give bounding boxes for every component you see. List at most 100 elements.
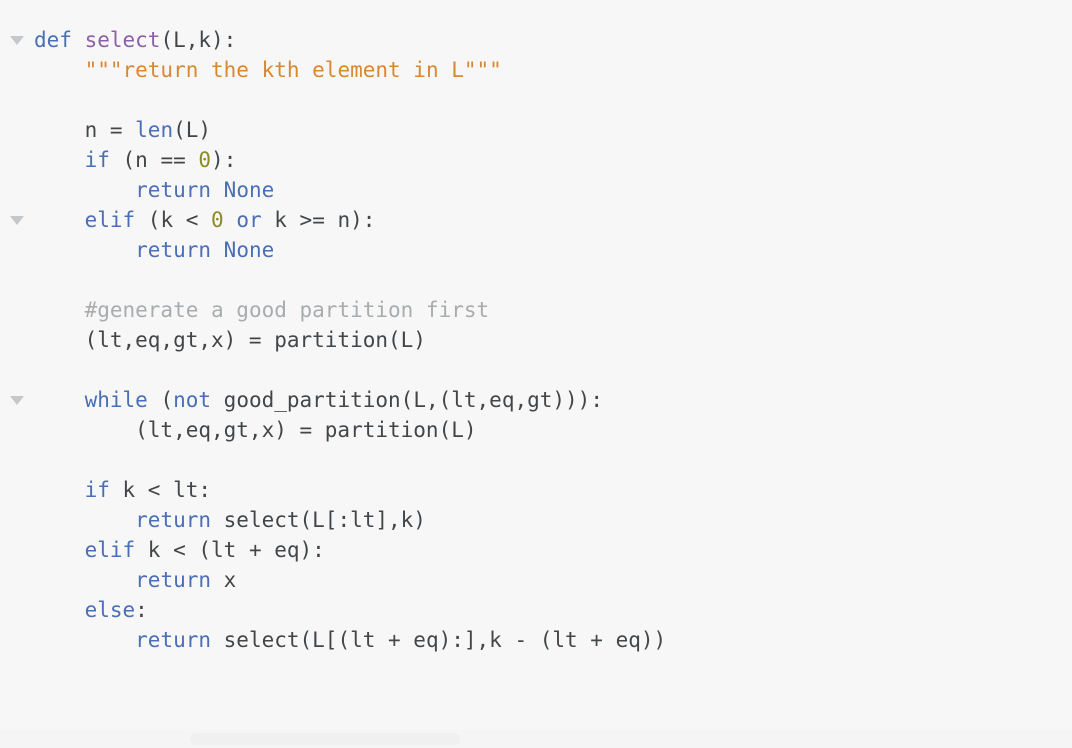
- gutter-cell: [0, 295, 34, 325]
- code-token-keyword: return: [135, 628, 212, 652]
- code-token-keyword: return: [135, 508, 212, 532]
- code-line[interactable]: elif k < (lt + eq):: [0, 535, 1072, 565]
- code-line-text: return select(L[:lt],k): [34, 505, 426, 535]
- code-line-text: while (not good_partition(L,(lt,eq,gt)))…: [34, 385, 603, 415]
- fold-triangle-down-icon[interactable]: [10, 395, 24, 405]
- gutter-cell: [0, 445, 34, 475]
- gutter-cell: [0, 565, 34, 595]
- gutter-cell: [0, 595, 34, 625]
- gutter-cell: [0, 175, 34, 205]
- code-line[interactable]: if k < lt:: [0, 475, 1072, 505]
- gutter-cell: [0, 415, 34, 445]
- horizontal-scrollbar[interactable]: [0, 730, 1072, 748]
- code-line-text: return x: [34, 565, 236, 595]
- code-token-default: [34, 508, 135, 532]
- code-token-constant: None: [223, 178, 275, 202]
- gutter-cell: [0, 265, 34, 295]
- code-line-text: elif k < (lt + eq):: [34, 535, 325, 565]
- code-line[interactable]: else:: [0, 595, 1072, 625]
- fold-triangle-down-icon[interactable]: [10, 35, 24, 45]
- code-line[interactable]: (lt,eq,gt,x) = partition(L): [0, 415, 1072, 445]
- code-token-default: [34, 208, 85, 232]
- gutter-cell: [0, 475, 34, 505]
- code-token-default: (L): [173, 118, 212, 142]
- code-token-default: (: [147, 388, 174, 412]
- gutter-cell[interactable]: [0, 385, 34, 415]
- code-line[interactable]: n = len(L): [0, 115, 1072, 145]
- code-token-funcname: select: [84, 28, 161, 52]
- code-token-keyword: while: [84, 388, 148, 412]
- code-token-default: good_partition(L,(lt,eq,gt))):: [211, 388, 603, 412]
- code-token-comment: #generate a good partition first: [84, 298, 490, 322]
- horizontal-scrollbar-thumb[interactable]: [190, 733, 460, 745]
- code-token-default: select(L[:lt],k): [211, 508, 426, 532]
- gutter-cell: [0, 505, 34, 535]
- code-line[interactable]: [0, 445, 1072, 475]
- code-token-keyword: or: [236, 208, 262, 232]
- code-line[interactable]: (lt,eq,gt,x) = partition(L): [0, 325, 1072, 355]
- code-line-text: return None: [34, 175, 274, 205]
- gutter-cell: [0, 355, 34, 385]
- code-line[interactable]: return None: [0, 235, 1072, 265]
- code-token-string: """return the kth element in L""": [84, 58, 502, 82]
- code-line-text: """return the kth element in L""": [34, 55, 502, 85]
- code-token-keyword: return: [135, 238, 212, 262]
- code-content-area[interactable]: def select(L,k): """return the kth eleme…: [0, 25, 1072, 724]
- code-token-default: [224, 208, 237, 232]
- code-token-default: (k <: [135, 208, 212, 232]
- code-line[interactable]: [0, 85, 1072, 115]
- code-token-default: (L,k):: [160, 28, 237, 52]
- code-line-text: if (n == 0):: [34, 145, 237, 175]
- code-line[interactable]: """return the kth element in L""": [0, 55, 1072, 85]
- code-token-keyword: not: [173, 388, 212, 412]
- gutter-cell: [0, 115, 34, 145]
- code-line[interactable]: return select(L[:lt],k): [0, 505, 1072, 535]
- code-token-default: [34, 148, 85, 172]
- code-token-default: [72, 28, 85, 52]
- code-token-default: [34, 178, 135, 202]
- code-line[interactable]: [0, 355, 1072, 385]
- code-line[interactable]: [0, 265, 1072, 295]
- code-token-default: select(L[(lt + eq):],k - (lt + eq)): [211, 628, 667, 652]
- code-line[interactable]: if (n == 0):: [0, 145, 1072, 175]
- code-token-default: [34, 478, 85, 502]
- code-line[interactable]: return select(L[(lt + eq):],k - (lt + eq…: [0, 625, 1072, 655]
- code-line-text: (lt,eq,gt,x) = partition(L): [34, 415, 477, 445]
- gutter-cell: [0, 325, 34, 355]
- code-token-default: (lt,eq,gt,x) = partition(L): [34, 418, 477, 442]
- code-token-default: [34, 538, 85, 562]
- code-token-keyword: return: [135, 568, 212, 592]
- code-token-default: k < lt:: [109, 478, 212, 502]
- code-token-keyword: elif: [84, 208, 136, 232]
- code-line-text: n = len(L): [34, 115, 211, 145]
- gutter-cell[interactable]: [0, 25, 34, 55]
- code-token-default: (n ==: [109, 148, 199, 172]
- code-line[interactable]: #generate a good partition first: [0, 295, 1072, 325]
- code-token-default: ):: [211, 148, 237, 172]
- code-line[interactable]: def select(L,k):: [0, 25, 1072, 55]
- code-token-default: (lt,eq,gt,x) = partition(L): [34, 328, 426, 352]
- fold-triangle-down-icon[interactable]: [10, 215, 24, 225]
- code-editor[interactable]: def select(L,k): """return the kth eleme…: [0, 0, 1072, 748]
- code-line[interactable]: return None: [0, 175, 1072, 205]
- code-token-default: n =: [34, 118, 136, 142]
- gutter-cell: [0, 85, 34, 115]
- gutter-cell: [0, 55, 34, 85]
- code-line[interactable]: elif (k < 0 or k >= n):: [0, 205, 1072, 235]
- gutter-cell: [0, 535, 34, 565]
- code-line[interactable]: while (not good_partition(L,(lt,eq,gt)))…: [0, 385, 1072, 415]
- gutter-cell[interactable]: [0, 205, 34, 235]
- code-token-default: [34, 628, 135, 652]
- code-token-number: 0: [198, 148, 212, 172]
- code-token-keyword: if: [84, 478, 110, 502]
- code-token-default: [34, 238, 135, 262]
- code-token-default: [34, 58, 85, 82]
- code-token-default: x: [211, 568, 237, 592]
- gutter-cell: [0, 145, 34, 175]
- code-token-number: 0: [211, 208, 224, 232]
- code-line-text: #generate a good partition first: [34, 295, 490, 325]
- code-token-default: [211, 238, 224, 262]
- code-token-default: :: [135, 598, 148, 622]
- code-token-constant: None: [223, 238, 275, 262]
- code-line[interactable]: return x: [0, 565, 1072, 595]
